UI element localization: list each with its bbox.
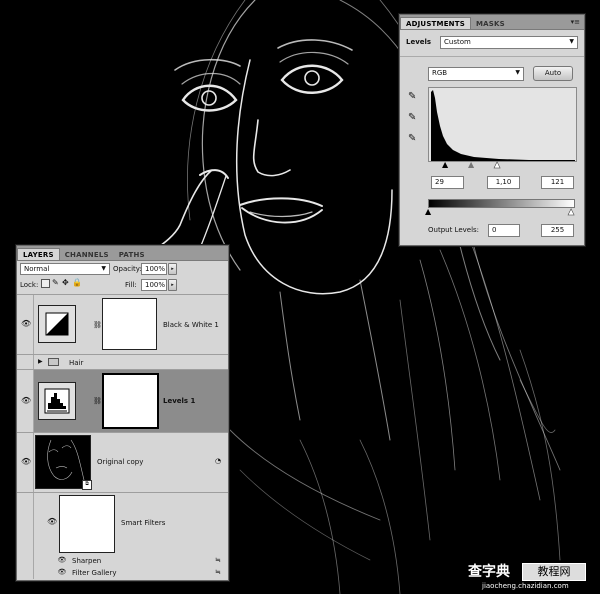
blending-options-icon[interactable]: ≒ xyxy=(215,556,221,564)
input-gamma-field[interactable]: 1,10 xyxy=(487,176,520,189)
visibility-cell[interactable] xyxy=(17,567,34,579)
fill-slider-toggle[interactable]: ▸ xyxy=(168,279,177,291)
layer-original-copy[interactable]: 👁 ⧉ Original copy ◔ xyxy=(17,432,228,492)
opacity-field[interactable]: 100% xyxy=(141,263,167,275)
link-chain-icon[interactable]: ⛓ xyxy=(93,321,102,329)
histogram-graph xyxy=(431,90,575,161)
preset-value: Custom xyxy=(444,38,471,46)
layer-name: Hair xyxy=(69,359,84,367)
filter-effects-expand-icon[interactable]: ◔ xyxy=(215,457,221,465)
output-white-field[interactable]: 255 xyxy=(541,224,574,237)
input-levels-slider[interactable]: ▲ ▲ ▲ xyxy=(428,160,575,169)
layer-name: Filter Gallery xyxy=(72,569,117,577)
adjustment-layer-thumbnail[interactable] xyxy=(38,305,76,343)
histogram xyxy=(428,87,577,162)
fill-field[interactable]: 100% xyxy=(141,279,167,291)
chevron-down-icon: ▼ xyxy=(569,38,574,45)
adjustments-tabbar: ADJUSTMENTS MASKS ▾≡ xyxy=(400,15,584,30)
layer-name: Black & White 1 xyxy=(163,321,219,329)
output-levels-label: Output Levels: xyxy=(428,226,480,234)
lock-position-icon[interactable]: ✥ xyxy=(62,278,69,287)
output-gradient-bar xyxy=(428,199,575,208)
output-black-field[interactable]: 0 xyxy=(488,224,520,237)
layer-name: Levels 1 xyxy=(163,397,196,405)
fill-label: Fill: xyxy=(125,281,137,289)
layer-group-hair[interactable]: ▶ Hair xyxy=(17,354,228,369)
smart-object-icon: ⧉ xyxy=(82,480,92,490)
blending-options-icon[interactable]: ≒ xyxy=(215,568,221,576)
gray-point-eyedropper-icon[interactable]: ✎ xyxy=(408,112,416,123)
filter-mask-thumbnail[interactable] xyxy=(59,495,115,553)
layer-mask-thumbnail[interactable] xyxy=(102,373,159,429)
eye-icon[interactable]: 👁 xyxy=(21,396,31,405)
lock-transparent-pixels-icon[interactable] xyxy=(41,279,50,288)
layer-name: Smart Filters xyxy=(121,519,166,527)
gray-input-slider-handle[interactable]: ▲ xyxy=(468,161,474,169)
eye-icon[interactable]: 👁 xyxy=(47,517,57,526)
watermark-brand: 查字典 xyxy=(468,564,510,580)
visibility-cell[interactable] xyxy=(17,493,34,555)
white-output-slider-handle[interactable]: ▲ xyxy=(568,207,575,216)
layer-mask-thumbnail[interactable] xyxy=(102,298,157,350)
input-white-field[interactable]: 121 xyxy=(541,176,574,189)
black-output-slider-handle[interactable]: ▲ xyxy=(425,208,431,216)
tab-channels[interactable]: CHANNELS xyxy=(60,249,114,260)
chevron-down-icon: ▼ xyxy=(515,69,520,76)
tab-paths[interactable]: PATHS xyxy=(114,249,150,260)
adjustments-panel: ADJUSTMENTS MASKS ▾≡ Levels Custom ▼ RGB… xyxy=(399,14,585,246)
watermark-url: jiaocheng.chazidian.com xyxy=(482,582,569,590)
visibility-cell[interactable]: 👁 xyxy=(17,295,34,354)
layer-black-white-1[interactable]: 👁 ⛓ Black & White 1 xyxy=(17,294,228,354)
layer-name: Sharpen xyxy=(72,557,102,565)
visibility-cell[interactable] xyxy=(17,355,34,369)
channel-value: RGB xyxy=(432,69,448,77)
blend-mode-dropdown[interactable]: Normal ▼ xyxy=(20,263,110,275)
levels-adjustment-icon xyxy=(44,388,70,414)
lock-label: Lock: xyxy=(20,281,39,289)
expand-arrow-icon[interactable]: ▶ xyxy=(38,358,43,365)
smart-filters-row[interactable]: 👁 Smart Filters xyxy=(17,492,228,555)
adjustment-layer-thumbnail[interactable] xyxy=(38,382,76,420)
eye-icon[interactable]: 👁 xyxy=(21,457,31,466)
eye-icon[interactable]: 👁 xyxy=(57,556,67,564)
tab-masks[interactable]: MASKS xyxy=(471,18,510,29)
tab-adjustments[interactable]: ADJUSTMENTS xyxy=(400,17,471,29)
opacity-label: Opacity: xyxy=(113,265,142,273)
layers-panel: LAYERS CHANNELS PATHS Normal ▼ Opacity: … xyxy=(16,245,229,581)
black-input-slider-handle[interactable]: ▲ xyxy=(442,161,448,169)
white-input-slider-handle[interactable]: ▲ xyxy=(494,160,501,169)
opacity-slider-toggle[interactable]: ▸ xyxy=(168,263,177,275)
watermark-brand-sub: 教程网 xyxy=(522,563,586,581)
link-chain-icon[interactable]: ⛓ xyxy=(93,397,102,405)
lock-all-icon[interactable]: 🔒 xyxy=(72,278,82,287)
black-white-adjustment-icon xyxy=(45,312,69,336)
blend-mode-value: Normal xyxy=(24,265,50,273)
filter-gallery-row[interactable]: 👁 Filter Gallery ≒ xyxy=(17,567,228,579)
layer-name: Original copy xyxy=(97,458,144,466)
folder-icon xyxy=(48,358,59,366)
visibility-cell[interactable] xyxy=(17,555,34,567)
eye-icon[interactable]: 👁 xyxy=(21,319,31,328)
tab-layers[interactable]: LAYERS xyxy=(17,248,60,260)
black-point-eyedropper-icon[interactable]: ✎ xyxy=(408,91,416,102)
divider xyxy=(400,56,584,57)
channel-dropdown[interactable]: RGB ▼ xyxy=(428,67,524,81)
layer-levels-1[interactable]: 👁 ⛓ Levels 1 xyxy=(17,369,228,432)
panel-menu-icon[interactable]: ▾≡ xyxy=(571,18,580,26)
eye-icon[interactable]: 👁 xyxy=(57,568,67,576)
lock-image-pixels-icon[interactable]: ✎ xyxy=(52,278,59,287)
preset-dropdown[interactable]: Custom ▼ xyxy=(440,36,578,49)
chevron-down-icon: ▼ xyxy=(101,265,106,272)
input-black-field[interactable]: 29 xyxy=(431,176,464,189)
filter-sharpen-row[interactable]: 👁 Sharpen ≒ xyxy=(17,555,228,567)
layers-tabbar: LAYERS CHANNELS PATHS xyxy=(17,246,228,261)
white-point-eyedropper-icon[interactable]: ✎ xyxy=(408,133,416,144)
auto-button[interactable]: Auto xyxy=(533,66,573,81)
preset-label: Levels xyxy=(406,38,432,46)
output-levels-slider[interactable]: ▲ ▲ xyxy=(425,207,575,216)
visibility-cell[interactable]: 👁 xyxy=(17,433,34,492)
visibility-cell[interactable]: 👁 xyxy=(17,370,34,432)
